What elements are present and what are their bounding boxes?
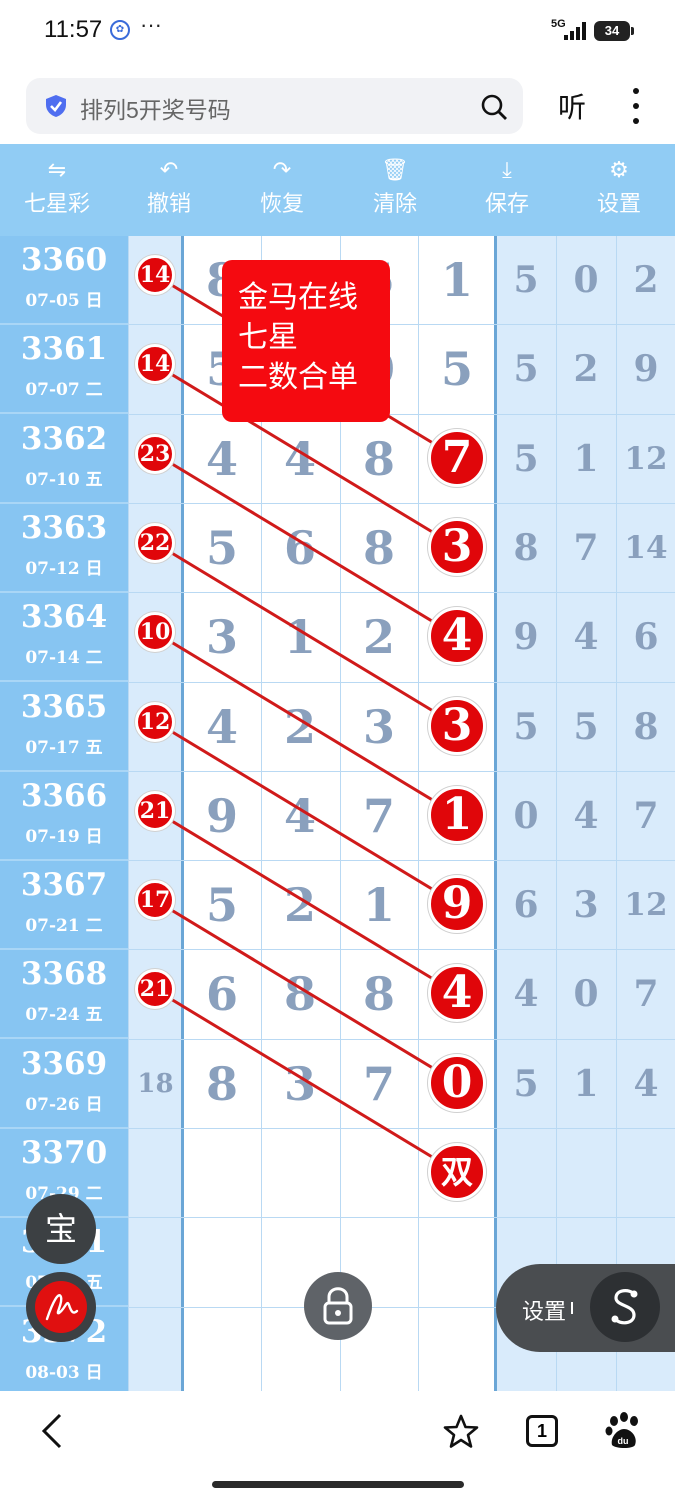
status-time: 11:57 [44, 16, 103, 43]
lottery-grid[interactable]: 3360 07-05 日 3361 07-07 二 3362 07-10 五 3363 07-… [0, 236, 675, 1391]
connector-line [154, 452, 458, 638]
search-query-text: 排列5开奖号码 [80, 97, 231, 123]
swap-icon: ⇋ [47, 158, 67, 183]
shield-icon [46, 95, 66, 117]
search-input[interactable]: 排列5开奖号码 [26, 78, 523, 134]
sum-ball[interactable]: 21 [135, 790, 175, 831]
save-button[interactable]: ⤓ 保存 [452, 144, 562, 236]
status-more-dots: ··· [140, 12, 162, 37]
highlight-ball[interactable]: 4 [428, 964, 486, 1023]
redo-button[interactable]: ↷ 恢复 [227, 144, 337, 236]
redo-icon: ↷ [272, 158, 292, 183]
annotation-line: 七星 [238, 321, 298, 354]
settings-button[interactable]: ⚙ 设置 [564, 144, 674, 236]
pen-float-button[interactable] [26, 1272, 96, 1342]
highlight-ball[interactable]: 3 [428, 517, 486, 576]
connector-line [154, 541, 458, 727]
signal-icon [564, 22, 586, 40]
back-icon[interactable] [36, 1409, 72, 1453]
annotation-line: 二数合单 [238, 361, 358, 394]
sum-ball[interactable]: 14 [135, 255, 175, 295]
connector-line [154, 720, 458, 906]
annotation-line: 金马在线 [238, 281, 358, 314]
highlight-ball[interactable]: 0 [428, 1053, 486, 1112]
highlight-ball[interactable]: 4 [428, 607, 486, 666]
toolbar-label: 撤销 [146, 191, 191, 216]
treasure-float-button[interactable]: 宝 [26, 1194, 96, 1264]
toolbar: ⇋ 七星彩 ↶ 撤销 ↷ 恢复 🗑 清除 ⤓ 保存 ⚙ 设置 [0, 144, 675, 236]
floating-settings-pill[interactable]: 设置 [496, 1264, 675, 1352]
listen-button[interactable]: 听 [558, 86, 586, 126]
highlight-ball[interactable]: 9 [428, 875, 486, 934]
baidu-paw-icon: ✿ [110, 20, 130, 40]
sum-ball[interactable]: 12 [135, 701, 175, 742]
sum-ball[interactable]: 17 [135, 880, 175, 921]
highlight-ball[interactable]: 双 [428, 1143, 486, 1201]
undo-button[interactable]: ↶ 撤销 [114, 144, 224, 236]
s-logo-icon [611, 1289, 638, 1325]
toolbar-label: 保存 [484, 191, 529, 216]
sum-ball[interactable]: 23 [135, 433, 175, 474]
toolbar-label: 七星彩 [23, 191, 90, 216]
undo-icon: ↶ [159, 158, 179, 183]
trash-icon: 🗑 [381, 158, 409, 183]
connector-line [154, 809, 458, 995]
connector-line [154, 898, 458, 1084]
gear-icon: ⚙ [609, 158, 629, 183]
battery-icon: 34 [594, 21, 634, 41]
toolbar-label: 设置 [596, 191, 641, 216]
connector-line [154, 988, 458, 1174]
toolbar-label: 清除 [372, 191, 417, 216]
home-indicator [212, 1481, 464, 1488]
download-icon: ⤓ [502, 158, 512, 183]
toolbar-lottery-switch[interactable]: ⇋ 七星彩 [2, 144, 112, 236]
lock-button[interactable] [304, 1272, 372, 1340]
sum-ball[interactable]: 10 [135, 612, 175, 653]
s-assistant-button[interactable] [590, 1272, 660, 1342]
connector-line [154, 630, 458, 817]
sum-ball[interactable]: 22 [135, 522, 175, 563]
search-icon[interactable] [480, 93, 508, 121]
toolbar-label: 恢复 [259, 191, 304, 216]
clear-button[interactable]: 🗑 清除 [340, 144, 450, 236]
signature-icon [35, 1281, 87, 1333]
divider [571, 1302, 573, 1314]
highlight-ball[interactable]: 1 [428, 785, 486, 844]
tabs-button[interactable]: 1 [526, 1415, 558, 1447]
star-icon[interactable] [442, 1413, 480, 1451]
floating-settings-label: 设置 [522, 1299, 567, 1324]
svg-text:du: du [618, 1436, 629, 1446]
browser-search-row: 排列5开奖号码 听 [0, 62, 675, 144]
highlight-ball[interactable]: 7 [428, 428, 486, 487]
annotation-box[interactable]: 金马在线 七星 二数合单 [222, 260, 390, 422]
more-menu-icon[interactable] [630, 86, 642, 126]
baidu-paw-icon[interactable]: du [604, 1411, 642, 1451]
status-bar: 11:57 ✿ ··· 5G 34 [0, 0, 675, 62]
lock-icon [323, 1287, 353, 1325]
highlight-ball[interactable]: 3 [428, 696, 486, 755]
